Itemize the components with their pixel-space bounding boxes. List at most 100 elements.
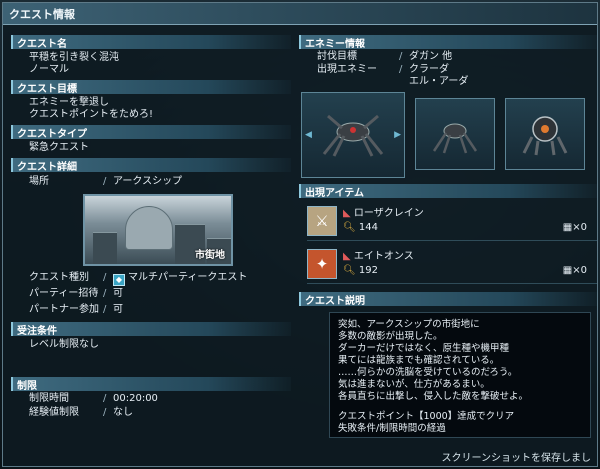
category-label: クエスト種別: [29, 272, 89, 283]
separator: /: [103, 407, 107, 418]
target-label: 討伐目標: [317, 51, 357, 62]
item-row[interactable]: ✦ ◣ エイトオンス 🔍︎ 192 ▦×0: [307, 244, 597, 284]
conditions-value: レベル制限なし: [29, 339, 99, 350]
party-row: パーティー招待 / 可: [11, 286, 291, 302]
description-line: 突如、アークスシップの市街地に: [338, 319, 480, 330]
item-multiplier: ×0: [572, 221, 587, 233]
separator: /: [103, 304, 107, 315]
exp-limit-label: 経験値制限: [29, 407, 79, 418]
description-line: ……何らかの洗脳を受けているのだろう。: [338, 367, 518, 378]
window-title: クエスト情報: [3, 3, 597, 25]
description-line: ダーカーだけではなく、原生種や機甲種: [338, 343, 510, 354]
time-limit-row: 制限時間 / 00:20:00: [11, 392, 291, 406]
item-meta: 🔍︎ 192 ▦×0: [343, 264, 597, 278]
target-row: 討伐目標 / ダガン 他: [299, 50, 597, 64]
screenshot-notice: スクリーンショットを保存しまし: [441, 453, 592, 464]
section-description: クエスト説明: [299, 292, 597, 307]
category-value: マルチパーティークエスト: [128, 272, 248, 283]
appear-enemy-1: クラーダ: [409, 64, 449, 75]
section-items: 出現アイテム: [299, 184, 597, 199]
appear-row: 出現エネミー / クラーダ エル・アーダ: [299, 64, 597, 88]
quest-type-value: 緊急クエスト: [29, 142, 89, 153]
description-line: 多数の敵影が出現した。: [338, 331, 443, 342]
location-map-thumbnail: 市街地: [83, 194, 233, 266]
description-box: 突如、アークスシップの市街地に 多数の敵影が出現した。 ダーカーだけではなく、原…: [329, 312, 591, 438]
item-meta: 🔍︎ 144 ▦×0: [343, 221, 597, 235]
enemy-thumbnails: ◀ ▶: [299, 92, 597, 178]
enemy-item-pane: エネミー情報 討伐目標 / ダガン 他 出現エネミー / クラーダ エル・アーダ…: [299, 35, 597, 438]
exp-limit-row: 経験値制限 / なし: [11, 406, 291, 420]
dome-building: [125, 206, 173, 250]
location-value: アークスシップ: [113, 176, 183, 187]
party-value: 可: [113, 288, 123, 299]
item-count: 192: [358, 264, 378, 276]
separator: /: [103, 393, 107, 404]
separator: /: [103, 176, 107, 187]
section-objective: クエスト目標: [11, 80, 291, 95]
location-label: 場所: [29, 176, 49, 187]
appear-values: クラーダ エル・アーダ: [409, 64, 597, 88]
item-body: ◣ エイトオンス 🔍︎ 192 ▦×0: [343, 250, 597, 278]
right-arrow-icon: ▶: [394, 130, 401, 140]
separator: /: [399, 51, 403, 62]
section-quest-details: クエスト詳細: [11, 158, 291, 173]
separator: /: [103, 272, 107, 283]
appear-label: 出現エネミー: [317, 64, 377, 75]
exp-limit-value: なし: [113, 407, 133, 418]
separator: /: [399, 64, 403, 75]
category-row: クエスト種別 / ◆ マルチパーティークエスト: [11, 270, 291, 286]
location-row: 場所 / アークスシップ: [11, 174, 291, 190]
quest-details-pane: クエスト名 平穏を引き裂く混沌 ノーマル クエスト目標 エネミーを撃退し クエス…: [11, 35, 291, 420]
multi-party-icon: ◆: [113, 274, 125, 286]
description-line: 気は進まないが、仕方があるまい。: [338, 379, 490, 390]
enemy-card-2[interactable]: [415, 98, 495, 170]
grid-icon: ▦: [562, 264, 573, 276]
item-multiplier: ×0: [572, 264, 587, 276]
map-caption: 市街地: [195, 250, 225, 261]
item-count-wrap: 🔍︎ 192: [343, 264, 378, 278]
target-value: ダガン 他: [409, 51, 453, 62]
section-limits: 制限: [11, 377, 291, 392]
enemy-card-1[interactable]: ◀ ▶: [301, 92, 405, 178]
building: [93, 232, 117, 264]
objective-line-2: クエストポイントをためろ!: [29, 109, 154, 120]
section-conditions: 受注条件: [11, 322, 291, 337]
description-line: 各員直ちに出撃し、侵入した敵を撃破せよ。: [338, 391, 529, 402]
quest-info-window: クエスト情報 クエスト名 平穏を引き裂く混沌 ノーマル クエスト目標 エネミーを…: [2, 2, 598, 467]
category-value-wrap: ◆ マルチパーティークエスト: [113, 270, 291, 286]
item-multiplier-wrap: ▦×0: [563, 221, 587, 235]
appear-enemy-2: エル・アーダ: [409, 76, 469, 87]
partner-row: パートナー参加 / 可: [11, 302, 291, 318]
item-name: エイトオンス: [353, 250, 414, 262]
section-quest-name: クエスト名: [11, 35, 291, 50]
item-name-wrap: ◣ ローザクレイン: [343, 207, 597, 221]
item-type-icon: ◣: [343, 207, 351, 219]
fail-condition: 失敗条件/制限時間の経過: [338, 423, 446, 434]
item-count: 144: [358, 221, 378, 233]
partner-label: パートナー参加: [29, 304, 99, 315]
weapon-icon: ⚔: [307, 205, 337, 236]
partner-value: 可: [113, 304, 123, 315]
left-arrow-icon: ◀: [305, 130, 312, 140]
item-type-icon: ◣: [343, 250, 351, 262]
spider-enemy-icon: [432, 123, 478, 154]
item-body: ◣ ローザクレイン 🔍︎ 144 ▦×0: [343, 207, 597, 235]
section-enemy-info: エネミー情報: [299, 35, 597, 50]
magnifier-icon: 🔍︎: [343, 264, 356, 276]
quest-name: 平穏を引き裂く混沌: [29, 52, 119, 63]
time-limit-value: 00:20:00: [113, 393, 158, 404]
mech-enemy-icon: [522, 116, 568, 156]
grid-icon: ▦: [562, 221, 573, 233]
item-name-wrap: ◣ エイトオンス: [343, 250, 597, 264]
section-quest-type: クエストタイプ: [11, 125, 291, 140]
party-label: パーティー招待: [29, 288, 99, 299]
enemy-card-3[interactable]: [505, 98, 585, 170]
item-row[interactable]: ⚔ ◣ ローザクレイン 🔍︎ 144 ▦×0: [307, 201, 597, 241]
objective-line-1: エネミーを撃退し: [29, 97, 109, 108]
item-multiplier-wrap: ▦×0: [563, 264, 587, 278]
spider-enemy-icon: [322, 114, 384, 157]
quest-difficulty: ノーマル: [29, 64, 69, 75]
time-limit-label: 制限時間: [29, 393, 69, 404]
weapon-icon: ✦: [307, 248, 337, 279]
